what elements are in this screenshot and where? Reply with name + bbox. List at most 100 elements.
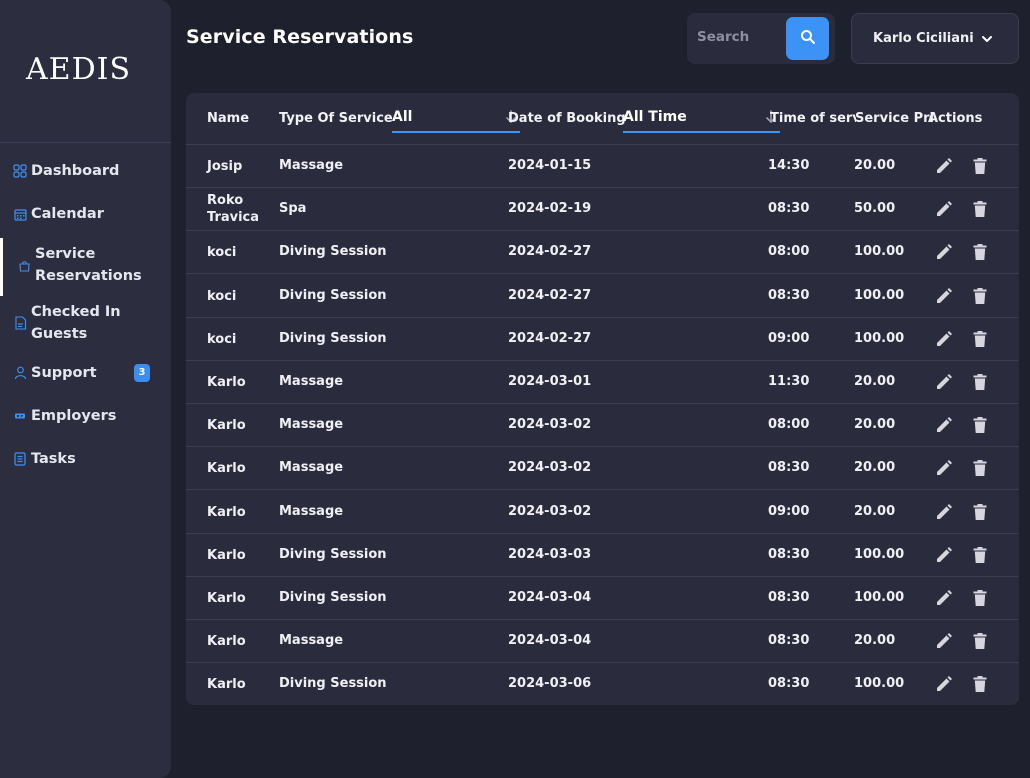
sidebar-item-support[interactable]: Support 3 xyxy=(0,362,171,384)
table-row[interactable]: Karlo Massage 2024-03-02 08:30 20.00 xyxy=(186,447,1019,491)
service-price-cell: 20.00 xyxy=(854,633,896,649)
service-time-cell: 08:30 xyxy=(768,460,810,476)
trash-icon[interactable] xyxy=(969,457,991,479)
edit-icon[interactable] xyxy=(933,371,955,393)
column-header-actions: Actions xyxy=(928,111,983,126)
service-time-cell: 08:30 xyxy=(768,287,810,303)
service-price-cell: 20.00 xyxy=(854,417,896,433)
edit-icon[interactable] xyxy=(933,285,955,307)
sidebar-divider xyxy=(0,142,171,143)
sidebar-item-service-reservations[interactable]: Service Reservations xyxy=(0,238,171,296)
search-input[interactable] xyxy=(697,27,782,47)
column-header-type: Type Of Service xyxy=(279,111,393,126)
service-price-cell: 100.00 xyxy=(854,590,905,605)
sidebar-item-employers[interactable]: Employers xyxy=(0,405,171,427)
name-cell: Karlo xyxy=(207,418,246,434)
booking-date-cell: 2024-02-19 xyxy=(508,201,592,217)
booking-date-cell: 2024-03-04 xyxy=(508,633,592,649)
trash-icon[interactable] xyxy=(969,328,991,350)
table-row[interactable]: Karlo Massage 2024-03-02 08:00 20.00 xyxy=(186,404,1019,448)
trash-icon[interactable] xyxy=(969,371,991,393)
search-box xyxy=(687,13,835,64)
trash-icon[interactable] xyxy=(969,241,991,263)
table-row[interactable]: Karlo Massage 2024-03-04 08:30 20.00 xyxy=(186,620,1019,664)
table-row[interactable]: Roko Travica Spa 2024-02-19 08:30 50.00 xyxy=(186,188,1019,232)
booking-date-cell: 2024-03-04 xyxy=(508,590,592,605)
table-row[interactable]: koci Diving Session 2024-02-27 09:00 100.00 xyxy=(186,318,1019,361)
name-cell: Karlo xyxy=(207,591,246,606)
edit-icon[interactable] xyxy=(933,414,955,436)
edit-icon[interactable] xyxy=(933,241,955,263)
sidebar-item-label: Calendar xyxy=(31,206,104,222)
table-row[interactable]: Karlo Diving Session 2024-03-06 08:30 100.00 xyxy=(186,663,1019,706)
column-header-name: Name xyxy=(207,111,250,126)
sidebar-item-tasks[interactable]: Tasks xyxy=(0,448,171,470)
service-time-cell: 08:00 xyxy=(768,244,810,260)
active-indicator xyxy=(0,238,3,296)
list-icon xyxy=(13,452,27,466)
booking-date-cell: 2024-02-27 xyxy=(508,287,592,303)
table-row[interactable]: koci Diving Session 2024-02-27 08:00 100.00 xyxy=(186,231,1019,275)
service-time-cell: 08:30 xyxy=(768,201,810,217)
trash-icon[interactable] xyxy=(969,673,991,695)
service-time-cell: 14:30 xyxy=(768,158,810,173)
brand-logo[interactable]: AEDIS xyxy=(26,52,131,87)
column-header-date: Date of Booking xyxy=(508,111,626,126)
edit-icon[interactable] xyxy=(933,328,955,350)
sidebar-item-calendar[interactable]: Calendar xyxy=(0,203,171,225)
trash-icon[interactable] xyxy=(969,501,991,523)
service-type-filter-value: All xyxy=(392,109,413,125)
edit-icon[interactable] xyxy=(933,587,955,609)
edit-icon[interactable] xyxy=(933,457,955,479)
trash-icon[interactable] xyxy=(969,544,991,566)
booking-date-cell: 2024-03-01 xyxy=(508,374,592,389)
search-icon xyxy=(800,29,816,48)
edit-icon[interactable] xyxy=(933,198,955,220)
name-cell: Karlo xyxy=(207,375,246,390)
service-type-cell: Diving Session xyxy=(279,287,387,303)
edit-icon[interactable] xyxy=(933,630,955,652)
service-price-cell: 100.00 xyxy=(854,330,905,346)
sidebar-item-label: Service Reservations xyxy=(35,246,142,284)
table-row[interactable]: Karlo Massage 2024-03-02 09:00 20.00 xyxy=(186,491,1019,534)
sidebar-item-checked-in-guests[interactable]: Checked In Guests xyxy=(0,301,171,345)
table-row[interactable]: Karlo Diving Session 2024-03-04 08:30 100.00 xyxy=(186,577,1019,620)
service-type-cell: Diving Session xyxy=(279,676,387,692)
name-cell: Karlo xyxy=(207,677,246,693)
service-time-cell: 11:30 xyxy=(768,374,810,389)
service-price-cell: 20.00 xyxy=(854,374,896,389)
edit-icon[interactable] xyxy=(933,544,955,566)
service-type-cell: Diving Session xyxy=(279,330,387,346)
service-price-cell: 100.00 xyxy=(854,244,905,260)
trash-icon[interactable] xyxy=(969,198,991,220)
edit-icon[interactable] xyxy=(933,155,955,177)
table-row[interactable]: koci Diving Session 2024-02-27 08:30 100.00 xyxy=(186,275,1019,318)
sidebar-item-dashboard[interactable]: Dashboard xyxy=(0,160,171,182)
table-row[interactable]: Karlo Diving Session 2024-03-03 08:30 100.00 xyxy=(186,534,1019,577)
edit-icon[interactable] xyxy=(933,673,955,695)
trash-icon[interactable] xyxy=(969,285,991,307)
search-button[interactable] xyxy=(786,17,829,60)
booking-date-cell: 2024-03-02 xyxy=(508,460,592,476)
user-menu[interactable]: Karlo Ciciliani xyxy=(851,13,1019,64)
edit-icon[interactable] xyxy=(933,501,955,523)
name-cell: Karlo xyxy=(207,547,246,563)
trash-icon[interactable] xyxy=(969,155,991,177)
name-cell: Roko Travica xyxy=(207,193,260,226)
service-time-cell: 08:30 xyxy=(768,590,810,605)
column-header-time: Time of service xyxy=(770,111,856,126)
person-icon xyxy=(13,366,27,380)
name-cell: Karlo xyxy=(207,634,246,650)
service-price-cell: 20.00 xyxy=(854,503,896,519)
table-header: Name Type Of Service All Date of Booking… xyxy=(186,93,1019,145)
date-filter[interactable]: All Time xyxy=(623,107,780,133)
service-type-filter[interactable]: All xyxy=(392,107,520,133)
service-type-cell: Massage xyxy=(279,374,344,389)
trash-icon[interactable] xyxy=(969,587,991,609)
table-row[interactable]: Karlo Massage 2024-03-01 11:30 20.00 xyxy=(186,361,1019,404)
trash-icon[interactable] xyxy=(969,630,991,652)
table-row[interactable]: Josip Massage 2024-01-15 14:30 20.00 xyxy=(186,145,1019,188)
bag-icon xyxy=(17,258,31,272)
booking-date-cell: 2024-03-03 xyxy=(508,546,592,562)
trash-icon[interactable] xyxy=(969,414,991,436)
